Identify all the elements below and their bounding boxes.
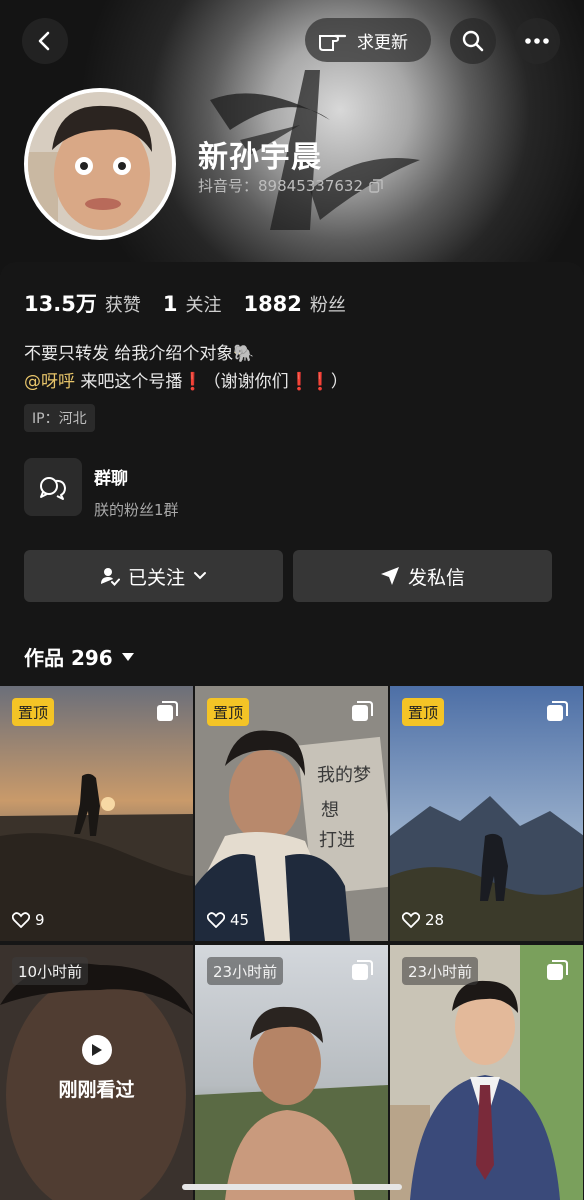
group-chat-text: 群聊 朕的粉丝1群 [94,458,179,520]
chevron-left-icon [38,31,50,51]
time-badge: 23小时前 [207,957,284,985]
group-chat-title: 群聊 [94,469,128,489]
avatar[interactable] [24,88,176,240]
search-icon [462,30,484,52]
avatar-photo [28,92,172,236]
pinned-badge: 置顶 [402,698,445,726]
like-count-value: 45 [230,911,250,929]
caret-down-icon [121,652,134,661]
stat-likes[interactable]: 13.5万 获赞 [24,288,141,318]
multi-image-icon [352,960,373,980]
chat-bubbles-icon [40,477,66,500]
svg-text:我的梦: 我的梦 [317,765,371,786]
stat-value: 1 [162,292,178,316]
bio-mention-link[interactable]: @呀呼 [24,372,75,392]
pointing-hand-icon [319,34,347,51]
group-chat-entry[interactable]: 群聊 朕的粉丝1群 [24,458,179,520]
user-check-icon [100,568,120,586]
recently-watched-overlay: 刚刚看过 [0,1035,193,1102]
send-icon [380,567,399,585]
like-count: 45 [207,911,249,929]
pinned-badge: 置顶 [12,698,55,726]
more-button[interactable] [514,18,560,64]
back-button[interactable] [22,18,68,64]
stat-followers[interactable]: 1882 粉丝 [243,291,345,317]
bio-text: 来吧这个号播 [75,372,183,392]
pinned-badge: 置顶 [207,698,250,726]
like-count-value: 28 [425,911,445,929]
douyin-id-label: 抖音号： [198,177,259,195]
copy-icon[interactable] [369,178,383,193]
tab-works[interactable]: 作品 296 [24,642,135,671]
multi-image-icon [157,701,178,721]
send-message-label: 发私信 [407,566,465,589]
chevron-down-icon [194,572,206,580]
time-badge: 23小时前 [402,957,479,985]
time-badge: 10小时前 [12,957,89,985]
multi-image-icon [547,960,568,980]
request-update-label: 求更新 [357,32,408,53]
video-tile[interactable]: 23小时前 [195,945,388,1200]
exclamation-icon: ❗ [182,372,204,392]
search-button[interactable] [450,18,496,64]
stat-label: 关注 [185,295,222,316]
bio-line-1: 不要只转发 给我介绍个对象🐘 [24,344,255,364]
play-icon [81,1035,112,1065]
heart-icon [402,912,420,928]
multi-image-icon [547,701,568,721]
profile-name: 新孙宇晨 [198,140,322,175]
home-indicator [182,1184,402,1190]
ip-location-tag: IP：河北 [24,404,95,432]
request-update-button[interactable]: 求更新 [305,18,431,62]
more-icon [525,38,549,44]
bio-line-2: @呀呼 来吧这个号播❗（谢谢你们❗❗） [24,368,348,396]
send-message-button[interactable]: 发私信 [293,550,552,602]
like-count: 9 [12,911,45,929]
video-tile[interactable]: 置顶 28 [390,686,583,941]
works-tab-label: 作品 296 [24,646,113,670]
action-buttons: 已关注 发私信 [24,550,552,602]
bio-text: ） [330,372,348,392]
recently-watched-label: 刚刚看过 [58,1079,135,1101]
stat-following[interactable]: 1 关注 [163,291,222,317]
stats-row: 13.5万 获赞 1 关注 1882 粉丝 [24,288,346,318]
svg-text:想: 想 [321,800,339,821]
bio-text: （谢谢你们 [203,372,289,392]
heart-icon [12,912,30,928]
following-button[interactable]: 已关注 [24,550,283,602]
video-tile[interactable]: 10小时前 刚刚看过 [0,945,193,1200]
stat-value: 1882 [243,292,302,316]
douyin-id-value: 89845337632 [258,176,363,195]
stat-value: 13.5万 [24,292,97,316]
group-chat-icon-box [24,458,82,516]
svg-text:打进: 打进 [319,830,355,851]
multi-image-icon [352,701,373,721]
douyin-id: 抖音号： 89845337632 [198,175,383,196]
like-count-value: 9 [35,911,45,929]
following-label: 已关注 [127,566,185,589]
group-chat-subtitle: 朕的粉丝1群 [94,501,179,519]
exclamation-icon: ❗❗ [288,372,331,392]
profile-cover: 求更新 新孙宇晨 抖音号： 89845337632 [0,0,584,290]
bio: 不要只转发 给我介绍个对象🐘 @呀呼 来吧这个号播❗（谢谢你们❗❗） [24,340,348,396]
video-tile[interactable]: 我的梦 想 打进 置顶 45 [195,686,388,941]
stat-label: 粉丝 [309,295,346,316]
video-tile[interactable]: 置顶 9 [0,686,193,941]
heart-icon [207,912,225,928]
stat-label: 获赞 [104,295,141,316]
like-count: 28 [402,911,444,929]
video-tile[interactable]: 23小时前 [390,945,583,1200]
